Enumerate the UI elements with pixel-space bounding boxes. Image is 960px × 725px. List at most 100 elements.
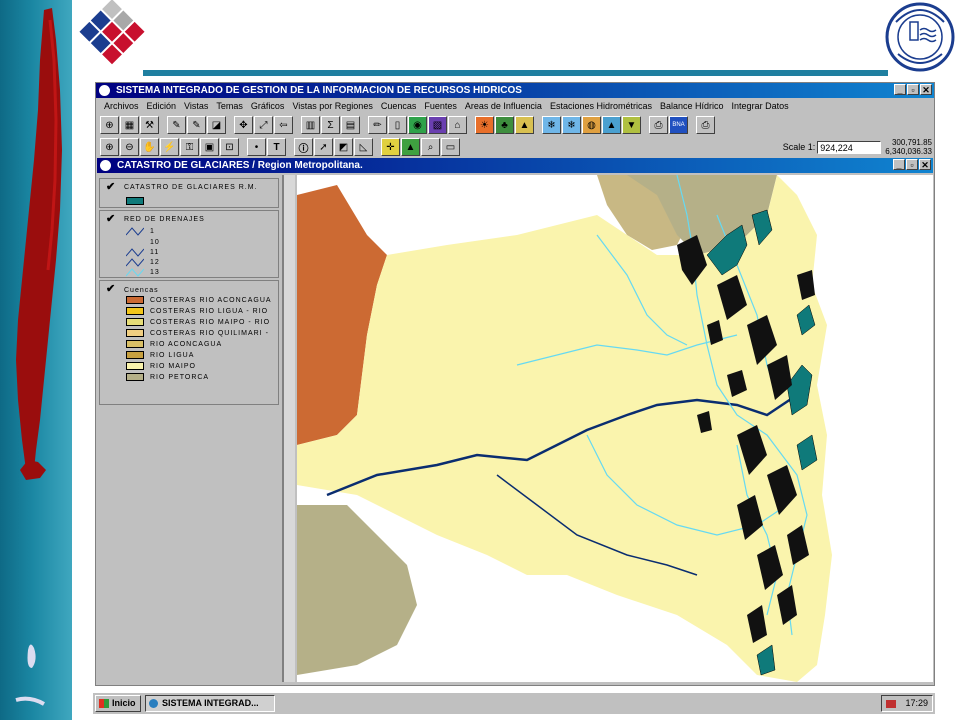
identify-table-icon[interactable]: ▣ — [200, 138, 219, 156]
vegetation-icon[interactable]: ♣ — [495, 116, 514, 134]
menu-temas[interactable]: Temas — [212, 98, 247, 114]
tray-icon[interactable] — [886, 700, 896, 708]
relief-icon[interactable]: ▲ — [401, 138, 420, 156]
terrain-icon[interactable]: ▲ — [515, 116, 534, 134]
sum-icon[interactable]: Σ — [321, 116, 340, 134]
legend-item: RIO PETORCA — [126, 373, 209, 381]
toc-scrollbar[interactable] — [283, 175, 295, 682]
zoom-in-icon[interactable]: ⊕ — [100, 138, 119, 156]
pan-hand-icon[interactable]: ✋ — [140, 138, 159, 156]
menu-integrar-datos[interactable]: Integrar Datos — [728, 98, 793, 114]
well-icon[interactable]: ⌂ — [448, 116, 467, 134]
ice-icon[interactable]: ❄ — [562, 116, 581, 134]
select-features-icon[interactable]: ⊡ — [220, 138, 239, 156]
legend-item: RIO MAIPO — [126, 362, 196, 370]
app-title-bar[interactable]: SISTEMA INTEGRADO DE GESTION DE LA INFOR… — [96, 83, 934, 98]
landscape-icon[interactable]: ▲ — [602, 116, 621, 134]
menu-estaciones-hidrometricas[interactable]: Estaciones Hidrométricas — [546, 98, 656, 114]
map-canvas[interactable] — [297, 175, 933, 682]
checkbox-icon[interactable]: ✔ — [106, 182, 115, 193]
header-rule — [143, 70, 888, 76]
menu-graficos[interactable]: Gráficos — [247, 98, 289, 114]
tools-toolbar: ⊕ ⊖ ✋ ⚡ ⚿ ▣ ⊡ • T ⓘ ➚ ◩ ◺ ✛ ▲ ⌕ ▭ Scale … — [96, 136, 934, 158]
view-maximize-button[interactable]: ▫ — [906, 159, 918, 170]
line-symbol-icon — [126, 258, 144, 267]
toc-group-cuencas[interactable]: ✔ Cuencas COSTERAS RIO ACONCAGUA COSTERA… — [99, 280, 279, 405]
menu-archivos[interactable]: Archivos — [100, 98, 143, 114]
zoom-previous-icon[interactable]: ⇦ — [274, 116, 293, 134]
toc-group-glaciares[interactable]: ✔ CATASTRO DE GLACIARES R.M. — [99, 178, 279, 208]
table-icon[interactable]: ▥ — [301, 116, 320, 134]
menu-bar: Archivos Edición Vistas Temas Gráficos V… — [96, 98, 934, 114]
menu-edicion[interactable]: Edición — [143, 98, 181, 114]
blank-tool-icon[interactable]: ▭ — [441, 138, 460, 156]
legend-item: 11 — [126, 248, 159, 257]
calculator-icon[interactable]: ▦ — [120, 116, 139, 134]
checkbox-icon[interactable]: ✔ — [106, 214, 115, 225]
pencil-icon[interactable]: ✏ — [368, 116, 387, 134]
draw-line-icon[interactable]: ◺ — [354, 138, 373, 156]
edit-doc-icon[interactable]: ✎ — [167, 116, 186, 134]
point-icon[interactable]: • — [247, 138, 266, 156]
view-title-bar[interactable]: CATASTRO DE GLACIARES / Region Metropoli… — [97, 158, 933, 173]
menu-balance-hidrico[interactable]: Balance Hídrico — [656, 98, 728, 114]
maximize-button[interactable]: ▫ — [907, 84, 919, 95]
valley-icon[interactable]: ▼ — [622, 116, 641, 134]
legend-item: RIO ACONCAGUA — [126, 340, 222, 348]
find-icon[interactable]: ⌕ — [421, 138, 440, 156]
crosshair-icon[interactable]: ✛ — [381, 138, 400, 156]
lake-icon[interactable]: ◍ — [582, 116, 601, 134]
legend-item — [126, 197, 150, 205]
bna-icon[interactable]: BNA — [669, 116, 688, 134]
hammer-icon[interactable]: ⚒ — [140, 116, 159, 134]
scale-input[interactable]: 924,224 — [817, 140, 882, 154]
coord-x: 300,791.85 — [891, 138, 932, 147]
antarctica-icon — [27, 644, 36, 668]
measure-icon[interactable]: ⚡ — [160, 138, 179, 156]
chart-icon[interactable]: ◪ — [207, 116, 226, 134]
checkbox-icon[interactable]: ✔ — [106, 284, 115, 295]
view-title: CATASTRO DE GLACIARES / Region Metropoli… — [117, 160, 363, 171]
view-window: CATASTRO DE GLACIARES / Region Metropoli… — [97, 158, 933, 682]
map-color-icon[interactable]: ▧ — [428, 116, 447, 134]
zoom-full-icon[interactable]: ✥ — [234, 116, 253, 134]
line-symbol-icon — [126, 248, 144, 257]
close-button[interactable]: ✕ — [920, 84, 932, 95]
info-icon[interactable]: ⓘ — [294, 138, 313, 156]
hotlink-icon[interactable]: ⚿ — [180, 138, 199, 156]
legend-item: COSTERAS RIO MAIPO - RIO — [126, 318, 270, 326]
text-tool-icon[interactable]: T — [267, 138, 286, 156]
chile-map-graphic — [15, 8, 62, 706]
menu-cuencas[interactable]: Cuencas — [377, 98, 421, 114]
edit-table-icon[interactable]: ✎ — [187, 116, 206, 134]
menu-vistas-por-regiones[interactable]: Vistas por Regiones — [288, 98, 376, 114]
zoom-out-icon[interactable]: ⊖ — [120, 138, 139, 156]
menu-vistas[interactable]: Vistas — [180, 98, 212, 114]
menu-fuentes[interactable]: Fuentes — [420, 98, 461, 114]
taskbar-app-button[interactable]: SISTEMA INTEGRAD... — [145, 695, 275, 712]
legend-item: RIO LIGUA — [126, 351, 194, 359]
legend-item: COSTERAS RIO ACONCAGUA — [126, 296, 272, 304]
layers-icon[interactable]: ▤ — [341, 116, 360, 134]
government-logo — [79, 0, 145, 65]
minimize-button[interactable]: _ — [894, 84, 906, 95]
station-icon[interactable]: ☀ — [475, 116, 494, 134]
select-graphic-icon[interactable]: ◩ — [334, 138, 353, 156]
app-title: SISTEMA INTEGRADO DE GESTION DE LA INFOR… — [116, 85, 522, 96]
start-button[interactable]: Inicio — [95, 695, 141, 712]
zoom-extent-icon[interactable]: ⤢ — [254, 116, 273, 134]
basin-icon[interactable]: ◉ — [408, 116, 427, 134]
print-icon[interactable]: ⎙ — [649, 116, 668, 134]
view-close-button[interactable]: ✕ — [919, 159, 931, 170]
slide-side-band — [0, 0, 72, 720]
toc-group-drenajes[interactable]: ✔ RED DE DRENAJES 1 10 11 12 13 — [99, 210, 279, 278]
legend-item: 1 — [126, 227, 155, 236]
menu-areas-de-influencia[interactable]: Areas de Influencia — [461, 98, 546, 114]
view-minimize-button[interactable]: _ — [893, 159, 905, 170]
pointer-icon[interactable]: ➚ — [314, 138, 333, 156]
toc-drenajes-title: RED DE DRENAJES — [124, 216, 205, 223]
snow-icon[interactable]: ❄ — [542, 116, 561, 134]
page-icon[interactable]: ▯ — [388, 116, 407, 134]
add-theme-icon[interactable]: ⊕ — [100, 116, 119, 134]
printer-icon[interactable]: ⎙ — [696, 116, 715, 134]
